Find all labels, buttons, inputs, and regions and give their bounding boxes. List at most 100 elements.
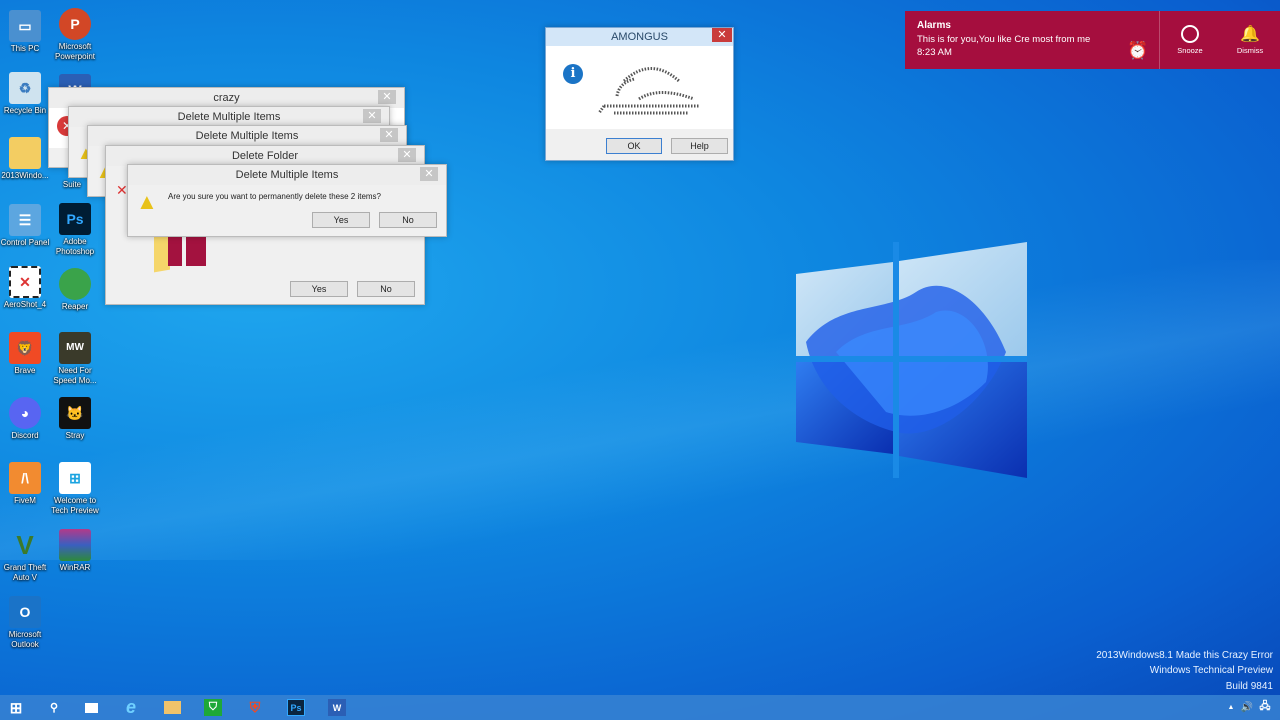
desktop-icon-reaper[interactable]: Reaper bbox=[47, 268, 103, 312]
toast-time: 8:23 AM bbox=[917, 47, 952, 58]
aeroshot-icon: ✕ bbox=[9, 266, 41, 298]
icon-label: Brave bbox=[14, 366, 36, 375]
gta-v-icon: V bbox=[16, 530, 34, 560]
store-button[interactable]: ⛉ bbox=[204, 699, 222, 716]
divider bbox=[1159, 11, 1160, 69]
close-button[interactable]: ✕ bbox=[363, 109, 381, 123]
desktop-icon-recycle-bin[interactable]: ♻ Recycle Bin bbox=[0, 72, 53, 116]
close-button[interactable]: ✕ bbox=[380, 128, 398, 142]
word-button[interactable]: W bbox=[328, 699, 346, 716]
icon-label: Adobe Photoshop bbox=[55, 237, 95, 256]
desktop-icon-gta-v[interactable]: V Grand Theft Auto V bbox=[0, 529, 53, 583]
dismiss-button[interactable]: 🔔 Dismiss bbox=[1233, 25, 1267, 55]
info-icon: i bbox=[563, 64, 583, 84]
light-beam bbox=[0, 260, 1280, 560]
folder-icon bbox=[163, 701, 181, 714]
ok-button[interactable]: OK bbox=[606, 138, 662, 154]
icon-label: Discord bbox=[11, 431, 39, 440]
nfs-icon: MW bbox=[59, 332, 91, 364]
icon-label: Microsoft Powerpoint bbox=[54, 42, 96, 61]
close-button[interactable]: ✕ bbox=[420, 167, 438, 181]
network-icon[interactable]: 🖧 bbox=[1256, 699, 1274, 716]
icon-label: 2013Windo... bbox=[1, 171, 49, 180]
desktop-icon-welcome[interactable]: ⊞ Welcome to Tech Preview bbox=[47, 462, 103, 516]
snooze-label: Snooze bbox=[1177, 46, 1203, 55]
brave-icon: 🦁 bbox=[9, 332, 41, 364]
dialog-amongus[interactable]: AMONGUS ✕ i OK Help bbox=[545, 27, 734, 161]
stray-icon: 🐱 bbox=[59, 397, 91, 429]
warning-icon: ▲ bbox=[136, 189, 158, 214]
desktop-icon-winrar[interactable]: WinRAR bbox=[47, 529, 103, 573]
toast-app-name: Alarms bbox=[917, 20, 951, 31]
close-button[interactable]: ✕ bbox=[712, 28, 732, 42]
powerpoint-icon: P bbox=[59, 8, 91, 40]
windows-logo-wallpaper bbox=[796, 242, 1027, 478]
desktop-icon-discord[interactable]: ◕ Discord bbox=[0, 397, 53, 441]
discord-icon: ◕ bbox=[9, 397, 41, 429]
task-view-icon bbox=[84, 702, 98, 713]
dismiss-label: Dismiss bbox=[1236, 46, 1264, 55]
snooze-button[interactable]: Snooze bbox=[1175, 25, 1205, 55]
no-button[interactable]: No bbox=[357, 281, 415, 297]
desktop-icon-2013windows[interactable]: 2013Windo... bbox=[0, 137, 53, 181]
control-panel-icon: ☰ bbox=[9, 204, 41, 236]
close-button[interactable]: ✕ bbox=[398, 148, 416, 162]
amongus-ascii-art bbox=[597, 67, 699, 115]
start-button[interactable]: ⊞ bbox=[7, 699, 25, 717]
yes-button[interactable]: Yes bbox=[290, 281, 348, 297]
dialog-message: Are you sure you want to permanently del… bbox=[168, 192, 382, 201]
icon-label: WinRAR bbox=[59, 563, 91, 572]
yes-button[interactable]: Yes bbox=[312, 212, 370, 228]
no-button[interactable]: No bbox=[379, 212, 437, 228]
desktop-icon-brave[interactable]: 🦁 Brave bbox=[0, 332, 53, 376]
icon-label: Suite bbox=[62, 180, 82, 189]
recycle-bin-icon: ♻ bbox=[9, 72, 41, 104]
icon-label: Stray bbox=[65, 431, 85, 440]
watermark-line: Build 9841 bbox=[1225, 681, 1273, 692]
desktop-icon-nfs[interactable]: MW Need For Speed Mo... bbox=[47, 332, 103, 386]
dialog-title: Delete Multiple Items bbox=[177, 111, 281, 123]
desktop-icon-aeroshot[interactable]: ✕ AeroShot_4 bbox=[0, 266, 53, 310]
file-explorer-button[interactable] bbox=[163, 699, 181, 716]
dialog-title: Delete Multiple Items bbox=[235, 169, 339, 181]
desktop-icon-outlook[interactable]: O Microsoft Outlook bbox=[0, 596, 53, 650]
windows-icon: ⊞ bbox=[59, 462, 91, 494]
desktop-icon-photoshop[interactable]: Ps Adobe Photoshop bbox=[47, 203, 103, 257]
taskbar: ⊞ ⚲ e ⛉ ⛨ Ps W ▲ 🔊 🖧 bbox=[0, 695, 1280, 720]
desktop-icon-this-pc[interactable]: ▭ This PC bbox=[0, 10, 53, 54]
delete-x-icon: ✕ bbox=[116, 182, 128, 198]
photoshop-icon: Ps bbox=[59, 203, 91, 235]
user-folder-icon bbox=[9, 137, 41, 169]
watermark-line: Windows Technical Preview bbox=[1149, 665, 1273, 676]
alarm-clock-icon: ⏰ bbox=[1127, 41, 1149, 60]
snooze-icon bbox=[1181, 25, 1199, 43]
icon-label: FiveM bbox=[14, 496, 36, 505]
brave-button[interactable]: ⛨ bbox=[246, 699, 264, 716]
icon-label: Reaper bbox=[61, 302, 89, 311]
icon-label: This PC bbox=[10, 44, 40, 53]
icon-label: Grand Theft Auto V bbox=[3, 563, 47, 582]
desktop-icon-powerpoint[interactable]: P Microsoft Powerpoint bbox=[47, 8, 103, 62]
dialog-delete-multiple-front[interactable]: Delete Multiple Items ✕ ▲ Are you sure yo… bbox=[127, 164, 447, 237]
close-button[interactable]: ✕ bbox=[378, 90, 396, 104]
file-icon bbox=[186, 236, 206, 266]
desktop-icon-stray[interactable]: 🐱 Stray bbox=[47, 397, 103, 441]
outlook-icon: O bbox=[9, 596, 41, 628]
icon-label: Control Panel bbox=[0, 238, 50, 247]
dialog-title: crazy bbox=[213, 92, 240, 104]
icon-label: AeroShot_4 bbox=[3, 300, 47, 309]
help-button[interactable]: Help bbox=[671, 138, 728, 154]
icon-label: Need For Speed Mo... bbox=[53, 366, 97, 385]
desktop-icon-control-panel[interactable]: ☰ Control Panel bbox=[0, 204, 53, 248]
photoshop-button[interactable]: Ps bbox=[287, 699, 305, 716]
desktop-icon-fivem[interactable]: /\ FiveM bbox=[0, 462, 53, 506]
alarm-toast[interactable]: Alarms This is for you,You like Cre most… bbox=[905, 11, 1280, 69]
search-button[interactable]: ⚲ bbox=[45, 699, 63, 716]
dialog-title: Delete Multiple Items bbox=[195, 130, 299, 142]
file-icon bbox=[168, 236, 182, 266]
winrar-icon bbox=[59, 529, 91, 561]
internet-explorer-button[interactable]: e bbox=[122, 697, 140, 717]
volume-icon[interactable]: 🔊 bbox=[1238, 699, 1256, 716]
task-view-button[interactable] bbox=[82, 699, 100, 716]
computer-icon: ▭ bbox=[9, 10, 41, 42]
